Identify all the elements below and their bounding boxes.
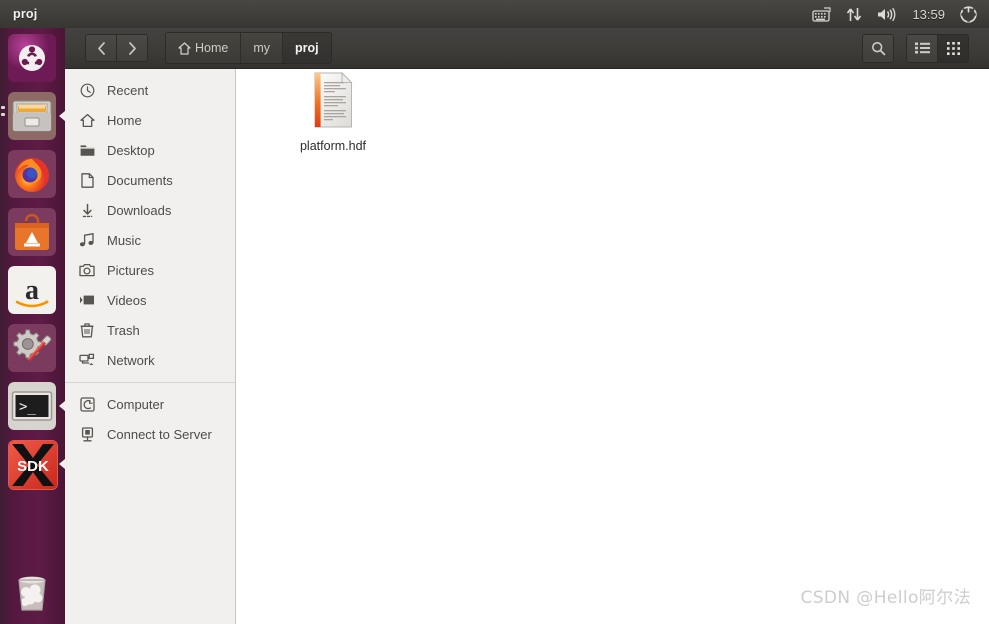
folder-icon xyxy=(79,142,95,158)
breadcrumb-item-proj[interactable]: proj xyxy=(283,33,331,63)
sidebar-item-label: Desktop xyxy=(107,142,155,158)
camera-icon xyxy=(79,262,95,278)
server-connect-icon xyxy=(79,426,95,442)
sidebar-item-videos[interactable]: Videos xyxy=(65,285,235,315)
view-grid-button[interactable] xyxy=(938,34,968,62)
places-sidebar: Recent Home Desktop Documents Downloads xyxy=(65,68,236,624)
sidebar-item-label: Connect to Server xyxy=(107,426,212,442)
window-title: proj xyxy=(13,7,38,21)
launcher-item-amazon[interactable]: a xyxy=(8,266,56,314)
file-item[interactable]: platform.hdf xyxy=(278,71,388,153)
sidebar-item-trash[interactable]: Trash xyxy=(65,315,235,345)
launcher-item-system-settings[interactable] xyxy=(8,324,56,372)
sidebar-item-desktop[interactable]: Desktop xyxy=(65,135,235,165)
svg-text:>_: >_ xyxy=(19,399,36,415)
breadcrumb-item-home[interactable]: Home xyxy=(166,33,242,63)
launcher-running-pip xyxy=(1,106,5,109)
download-arrow-icon xyxy=(79,202,95,218)
launcher-item-files[interactable] xyxy=(8,92,56,140)
network-indicator-icon[interactable] xyxy=(846,7,862,22)
toolbar-right xyxy=(862,33,989,63)
launcher-item-sdk[interactable]: SDK xyxy=(8,440,58,490)
document-icon xyxy=(79,172,95,188)
sidebar-item-connect-to-server[interactable]: Connect to Server xyxy=(65,419,235,449)
launcher-item-terminal[interactable]: >_ xyxy=(8,382,56,430)
view-list-button[interactable] xyxy=(907,34,938,62)
search-button[interactable] xyxy=(862,33,894,63)
sidebar-item-label: Trash xyxy=(107,322,140,338)
system-menu-icon[interactable] xyxy=(960,5,977,23)
breadcrumb-item-my[interactable]: my xyxy=(241,33,284,63)
sidebar-item-downloads[interactable]: Downloads xyxy=(65,195,235,225)
back-button[interactable] xyxy=(85,34,116,62)
sidebar-item-label: Videos xyxy=(107,292,147,308)
breadcrumb-label: Home xyxy=(195,41,229,55)
top-panel: proj 13:59 xyxy=(0,0,989,28)
file-list-view[interactable]: platform.hdf xyxy=(236,68,989,624)
launcher-running-arrow xyxy=(59,401,65,411)
sidebar-item-pictures[interactable]: Pictures xyxy=(65,255,235,285)
sidebar-item-label: Network xyxy=(107,352,155,368)
launcher-running-arrow xyxy=(59,459,65,469)
home-icon xyxy=(178,41,191,55)
video-icon xyxy=(79,292,95,308)
file-manager-toolbar: Home my proj xyxy=(65,28,989,69)
file-name-label: platform.hdf xyxy=(299,139,366,153)
clock[interactable]: 13:59 xyxy=(912,7,945,22)
computer-disk-icon xyxy=(79,396,95,412)
breadcrumb: Home my proj xyxy=(165,32,332,64)
music-note-icon xyxy=(79,232,95,248)
sidebar-item-label: Music xyxy=(107,232,141,248)
sidebar-item-network[interactable]: Network xyxy=(65,345,235,375)
forward-button[interactable] xyxy=(116,34,148,62)
view-mode-toggle xyxy=(906,33,969,63)
breadcrumb-label: proj xyxy=(295,41,319,55)
keyboard-indicator-icon[interactable] xyxy=(812,6,832,22)
navigation-buttons xyxy=(85,34,148,62)
sidebar-item-home[interactable]: Home xyxy=(65,105,235,135)
launcher-item-trash[interactable] xyxy=(8,568,56,616)
launcher-item-ubuntu-dash[interactable] xyxy=(8,34,56,82)
sidebar-item-label: Documents xyxy=(107,172,173,188)
breadcrumb-label: my xyxy=(253,41,271,55)
sidebar-item-label: Recent xyxy=(107,82,149,98)
launcher-running-pip xyxy=(1,113,5,116)
trash-icon xyxy=(79,322,95,338)
launcher-item-firefox[interactable] xyxy=(8,150,56,198)
launcher-focused-arrow xyxy=(59,111,65,121)
network-icon xyxy=(79,352,95,368)
sidebar-item-label: Computer xyxy=(107,396,165,412)
launcher-item-ubuntu-software[interactable] xyxy=(8,208,56,256)
svg-text:SDK: SDK xyxy=(17,458,49,475)
watermark: CSDN @Hello阿尔法 xyxy=(800,588,971,608)
sidebar-item-label: Home xyxy=(107,112,142,128)
volume-indicator-icon[interactable] xyxy=(877,7,897,22)
sidebar-item-label: Downloads xyxy=(107,202,172,218)
sidebar-item-documents[interactable]: Documents xyxy=(65,165,235,195)
svg-text:a: a xyxy=(25,275,39,306)
sidebar-item-label: Pictures xyxy=(107,262,154,278)
system-tray: 13:59 xyxy=(812,5,989,23)
home-icon xyxy=(79,112,95,128)
unity-launcher: a >_ SDK xyxy=(0,28,65,624)
sidebar-item-music[interactable]: Music xyxy=(65,225,235,255)
sidebar-item-recent[interactable]: Recent xyxy=(65,75,235,105)
hdf-document-icon xyxy=(310,71,356,133)
sidebar-item-computer[interactable]: Computer xyxy=(65,389,235,419)
sidebar-separator xyxy=(65,382,235,383)
clock-icon xyxy=(79,82,95,98)
